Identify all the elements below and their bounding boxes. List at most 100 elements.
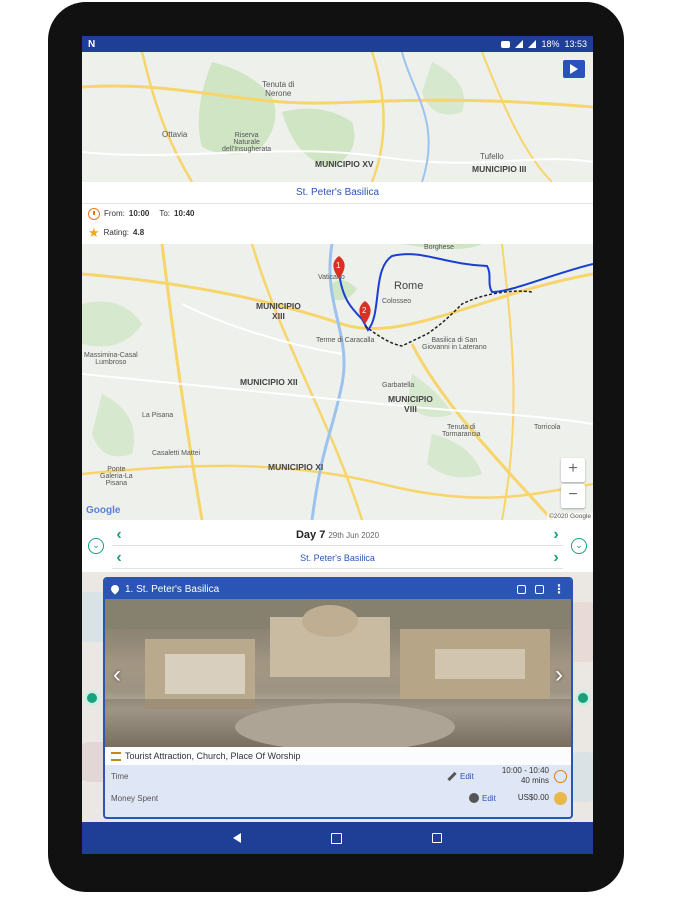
system-nav-bar	[82, 822, 593, 854]
from-time: 10:00	[128, 209, 150, 218]
money-label: Money Spent	[111, 793, 159, 803]
day-date: 29th Jun 2020	[328, 530, 380, 540]
next-photo-icon[interactable]: ›	[555, 661, 563, 689]
map-label: Rome	[394, 280, 424, 292]
google-logo: Google	[86, 505, 121, 516]
map-label: Massimina-Casal Lumbroso	[84, 352, 138, 366]
category-text: Tourist Attraction, Church, Place Of Wor…	[125, 751, 301, 761]
money-icon	[554, 791, 567, 805]
map-label: Ottavia	[162, 130, 188, 139]
play-route-button[interactable]	[563, 60, 585, 78]
time-row: From: 10:00 To: 10:40	[82, 204, 593, 223]
day-label: Day 7	[295, 528, 326, 541]
map-label: Borghese	[424, 244, 454, 251]
map-label: La Pisana	[142, 412, 174, 419]
back-icon[interactable]	[233, 833, 241, 843]
place-photo: ‹ ›	[105, 599, 571, 747]
map-copyright: ©2020 Google	[546, 513, 593, 520]
next-day-button[interactable]: ›	[549, 526, 563, 544]
timeline-dot	[575, 690, 591, 706]
directions-icon[interactable]	[535, 584, 544, 594]
zoom-in-button[interactable]: +	[561, 458, 585, 482]
to-time: 10:40	[174, 209, 195, 218]
route-marker-label: 2	[362, 306, 367, 315]
zoom-out-button[interactable]: −	[561, 484, 585, 508]
eye-icon	[501, 40, 511, 48]
wifi-icon	[515, 40, 524, 48]
day-title: Day 7 29th Jun 2020	[296, 529, 379, 541]
map-label: Tenuta di Nerone	[262, 80, 295, 98]
map-label: Basilica di San Giovanni in Laterano	[422, 337, 487, 351]
stop-card-header: 1. St. Peter's Basilica ⋮	[105, 579, 571, 599]
map-label: MUNICIPIO VIII	[388, 394, 433, 414]
prev-day-button[interactable]: ‹	[112, 526, 126, 544]
map-label: Tenuta di Tormarancia	[442, 424, 481, 438]
overview-map[interactable]: Tenuta di Nerone Riserva Naturale dell'Insu…	[82, 52, 593, 182]
star-icon: ★	[88, 224, 100, 240]
edit-time-label: Edit	[460, 771, 474, 781]
stop-card-title: 1. St. Peter's Basilica	[125, 583, 220, 595]
category-row: Tourist Attraction, Church, Place Of Wor…	[105, 747, 571, 765]
day-navigation: ⌄ ⌄ ‹ Day 7 29th Jun 2020 › ‹ St. Peter's…	[82, 520, 593, 572]
status-bar: N 18% 13:53	[82, 36, 593, 52]
map-label: Tufello	[480, 152, 504, 161]
prev-photo-icon[interactable]: ‹	[113, 661, 121, 689]
map-label: Vaticano	[318, 274, 345, 281]
map-label: MUNICIPIO XI	[268, 462, 324, 472]
day-row: ‹ Day 7 29th Jun 2020 ›	[112, 524, 563, 546]
pencil-icon	[447, 771, 457, 781]
route-map[interactable]: 1 2 Vaticano Borghese Rome Colosseo MUNI…	[82, 244, 593, 520]
rating-label: Rating:	[103, 228, 130, 237]
map-label: MUNICIPIO XV	[315, 159, 374, 169]
stop-area: 1. St. Peter's Basilica ⋮ ‹ › Tourist At…	[82, 572, 593, 822]
edit-time-button[interactable]: Edit	[447, 771, 474, 781]
stop-card[interactable]: 1. St. Peter's Basilica ⋮ ‹ › Tourist At…	[103, 577, 573, 819]
rating-row: ★ Rating: 4.8	[82, 223, 593, 242]
map-label: Terme di Caracalla	[316, 337, 375, 344]
place-title[interactable]: St. Peter's Basilica	[82, 182, 593, 204]
map-label: MUNICIPIO XIII	[256, 301, 301, 321]
clock-icon	[88, 207, 100, 220]
time-label: Time	[111, 771, 129, 781]
map-label: Casaletti Mattei	[152, 450, 201, 457]
app-notification-icon: N	[88, 38, 96, 50]
prev-stop-button[interactable]: ‹	[112, 549, 126, 567]
map-label: MUNICIPIO XII	[240, 377, 298, 387]
collapse-left-icon[interactable]: ⌄	[88, 538, 104, 554]
from-label: From:	[104, 209, 125, 218]
recents-icon[interactable]	[432, 833, 442, 843]
edit-money-label: Edit	[482, 793, 496, 803]
place-photo-graphics	[105, 599, 571, 747]
battery-level: 18%	[541, 39, 560, 49]
landmark-icon	[111, 751, 121, 761]
stop-row: ‹ St. Peter's Basilica ›	[112, 547, 563, 569]
rating-value: 4.8	[133, 228, 145, 237]
more-options-icon[interactable]: ⋮	[553, 583, 565, 595]
location-pin-icon	[109, 583, 121, 595]
map-marker-icon[interactable]	[517, 584, 526, 594]
home-icon[interactable]	[331, 832, 342, 844]
coin-icon	[469, 793, 479, 803]
to-label: To:	[159, 209, 171, 218]
money-value: US$0.00	[517, 793, 549, 802]
collapse-right-icon[interactable]: ⌄	[571, 538, 587, 554]
place-info-card: St. Peter's Basilica From: 10:00 To: 10:…	[82, 182, 593, 244]
clock-icon	[554, 769, 567, 783]
map-label: Ponte Galeria-La Pisana	[100, 466, 133, 487]
play-icon	[570, 64, 578, 74]
map-label: Riserva Naturale dell'Insugherata	[222, 132, 272, 153]
map-label: MUNICIPIO III	[472, 164, 527, 174]
map-label: Garbatella	[382, 382, 415, 389]
time-values: 10:00 - 10:40 40 mins	[502, 766, 549, 786]
duration: 40 mins	[520, 776, 549, 785]
next-stop-button[interactable]: ›	[549, 549, 563, 567]
edit-money-button[interactable]: Edit	[469, 793, 496, 803]
app-screen: N 18% 13:53 Tenuta di Nerone Riserva Natur…	[82, 36, 593, 854]
map-label: Torricola	[534, 424, 561, 431]
route-map-graphics: 1 2	[82, 244, 593, 520]
timeline-dot	[84, 690, 100, 706]
time-range: 10:00 - 10:40	[501, 766, 549, 775]
signal-icon	[528, 40, 537, 48]
map-label: Colosseo	[382, 298, 412, 305]
time-detail-row: Time Edit 10:00 - 10:40 40 mins	[105, 765, 571, 787]
